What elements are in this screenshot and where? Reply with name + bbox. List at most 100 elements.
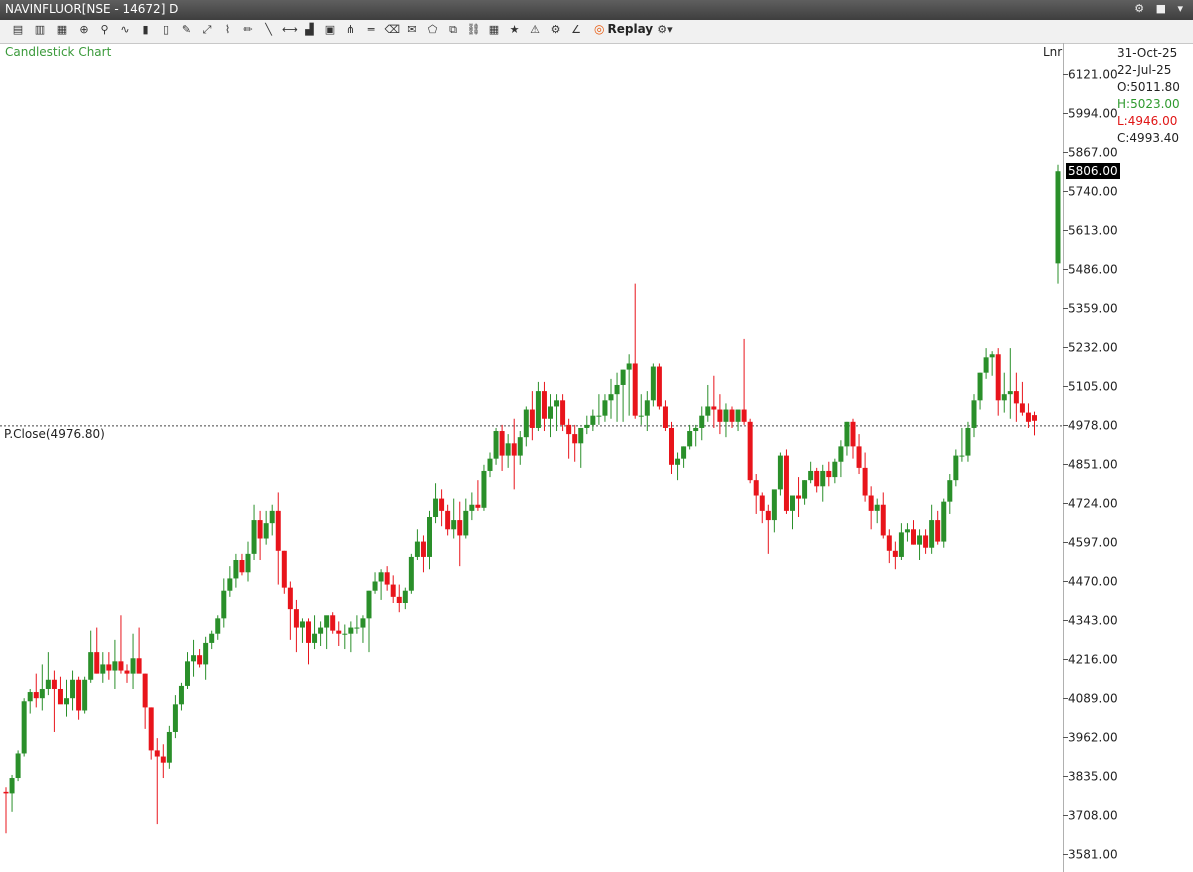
candle[interactable] bbox=[427, 510, 432, 570]
candle[interactable] bbox=[463, 498, 469, 539]
candle[interactable] bbox=[808, 461, 814, 484]
candle[interactable] bbox=[100, 652, 106, 683]
candle[interactable] bbox=[747, 418, 753, 484]
star-icon[interactable]: ★ bbox=[508, 23, 522, 37]
candle[interactable] bbox=[342, 624, 348, 650]
candle[interactable] bbox=[868, 486, 874, 530]
candle[interactable] bbox=[759, 492, 765, 524]
shape-icon[interactable]: ⬠ bbox=[426, 23, 440, 37]
candle[interactable] bbox=[245, 541, 251, 582]
candle[interactable] bbox=[608, 378, 614, 419]
candle[interactable] bbox=[239, 553, 245, 576]
candle[interactable] bbox=[777, 452, 783, 496]
candle[interactable] bbox=[874, 498, 880, 524]
candle[interactable] bbox=[923, 529, 929, 554]
trend-chart-icon[interactable]: ∠ bbox=[569, 23, 583, 37]
replay-button[interactable]: ◎ Replay bbox=[594, 22, 653, 40]
candle[interactable] bbox=[1013, 372, 1019, 422]
volume-icon[interactable]: ▟ bbox=[303, 23, 317, 37]
candle[interactable] bbox=[862, 452, 868, 502]
candle[interactable] bbox=[414, 529, 420, 561]
candle[interactable] bbox=[983, 348, 989, 379]
candle[interactable] bbox=[112, 639, 118, 689]
candle[interactable] bbox=[614, 372, 620, 422]
candle[interactable] bbox=[15, 750, 21, 782]
candle[interactable] bbox=[330, 612, 336, 634]
draw-icon[interactable]: ✎ bbox=[180, 23, 194, 37]
candle[interactable] bbox=[681, 446, 687, 468]
candle[interactable] bbox=[348, 621, 354, 653]
window-controls[interactable]: ⚙ ■ ▾ bbox=[1134, 2, 1187, 15]
candle[interactable] bbox=[263, 510, 269, 545]
candle[interactable] bbox=[596, 394, 602, 425]
candle[interactable] bbox=[790, 495, 795, 530]
candle[interactable] bbox=[118, 615, 124, 674]
alert-icon[interactable]: ⚠ bbox=[528, 23, 542, 37]
candle[interactable] bbox=[814, 467, 820, 493]
candle[interactable] bbox=[729, 406, 735, 428]
candle[interactable] bbox=[360, 615, 366, 643]
indicator-icon[interactable]: ∿ bbox=[118, 23, 132, 37]
candle[interactable] bbox=[911, 520, 916, 545]
candle[interactable] bbox=[644, 391, 650, 432]
note-icon[interactable]: ✉ bbox=[405, 23, 419, 37]
candle[interactable] bbox=[51, 670, 57, 732]
candle[interactable] bbox=[572, 424, 578, 462]
layout-icon[interactable]: ▦ bbox=[487, 23, 501, 37]
candle[interactable] bbox=[94, 627, 100, 674]
pencil-icon[interactable]: ✏ bbox=[241, 23, 255, 37]
candle[interactable] bbox=[717, 394, 723, 435]
candle[interactable] bbox=[971, 394, 977, 438]
candle[interactable] bbox=[917, 529, 923, 561]
candle[interactable] bbox=[233, 553, 239, 588]
candle[interactable] bbox=[372, 572, 378, 594]
candle[interactable] bbox=[796, 477, 802, 518]
candle[interactable] bbox=[638, 394, 644, 425]
candle[interactable] bbox=[584, 415, 590, 435]
candle[interactable] bbox=[965, 421, 971, 462]
candle[interactable] bbox=[832, 458, 838, 484]
candle[interactable] bbox=[590, 409, 596, 432]
candle[interactable] bbox=[820, 464, 826, 502]
candle[interactable] bbox=[124, 664, 130, 683]
candle[interactable] bbox=[130, 633, 136, 689]
fib-icon[interactable]: ⋔ bbox=[344, 23, 358, 37]
candle[interactable] bbox=[469, 492, 475, 521]
candle[interactable] bbox=[293, 599, 299, 653]
candle[interactable] bbox=[669, 421, 674, 475]
candle[interactable] bbox=[390, 575, 396, 603]
candle[interactable] bbox=[566, 418, 572, 459]
candle[interactable] bbox=[505, 434, 511, 468]
candle[interactable] bbox=[886, 529, 892, 564]
candle[interactable] bbox=[953, 449, 959, 487]
scale-mode-label[interactable]: Lnr bbox=[1043, 45, 1062, 59]
candle[interactable] bbox=[699, 406, 705, 441]
ruler-icon[interactable]: ⌇ bbox=[221, 23, 235, 37]
candle[interactable] bbox=[439, 489, 445, 527]
candle[interactable] bbox=[802, 480, 808, 505]
candle[interactable] bbox=[451, 498, 457, 539]
candle[interactable] bbox=[1055, 164, 1061, 284]
txt-icon[interactable]: ▦ bbox=[55, 23, 69, 37]
settings-gear-icon[interactable]: ⚙▾ bbox=[655, 23, 675, 37]
pointer-icon[interactable]: ⚲ bbox=[98, 23, 112, 37]
candle[interactable] bbox=[33, 673, 39, 708]
candle[interactable] bbox=[21, 698, 27, 757]
candle[interactable] bbox=[1001, 372, 1007, 413]
candle[interactable] bbox=[741, 338, 747, 425]
candle[interactable] bbox=[251, 504, 257, 561]
buy-icon[interactable]: ▥ bbox=[33, 23, 47, 37]
candlestick-chart[interactable]: 6121.00 5994.00 5867.00 5740.00 5613.00 5486.… bbox=[0, 43, 1193, 872]
candle[interactable] bbox=[723, 403, 729, 438]
candle[interactable] bbox=[45, 652, 51, 696]
candle[interactable] bbox=[172, 695, 178, 739]
candle[interactable] bbox=[106, 652, 112, 680]
candle[interactable] bbox=[39, 664, 45, 711]
candle[interactable] bbox=[3, 787, 9, 834]
candle[interactable] bbox=[632, 283, 638, 419]
candle[interactable] bbox=[771, 489, 777, 533]
candle[interactable] bbox=[215, 615, 221, 640]
candle[interactable] bbox=[947, 474, 953, 514]
candle[interactable] bbox=[554, 394, 560, 432]
candle[interactable] bbox=[941, 498, 947, 548]
